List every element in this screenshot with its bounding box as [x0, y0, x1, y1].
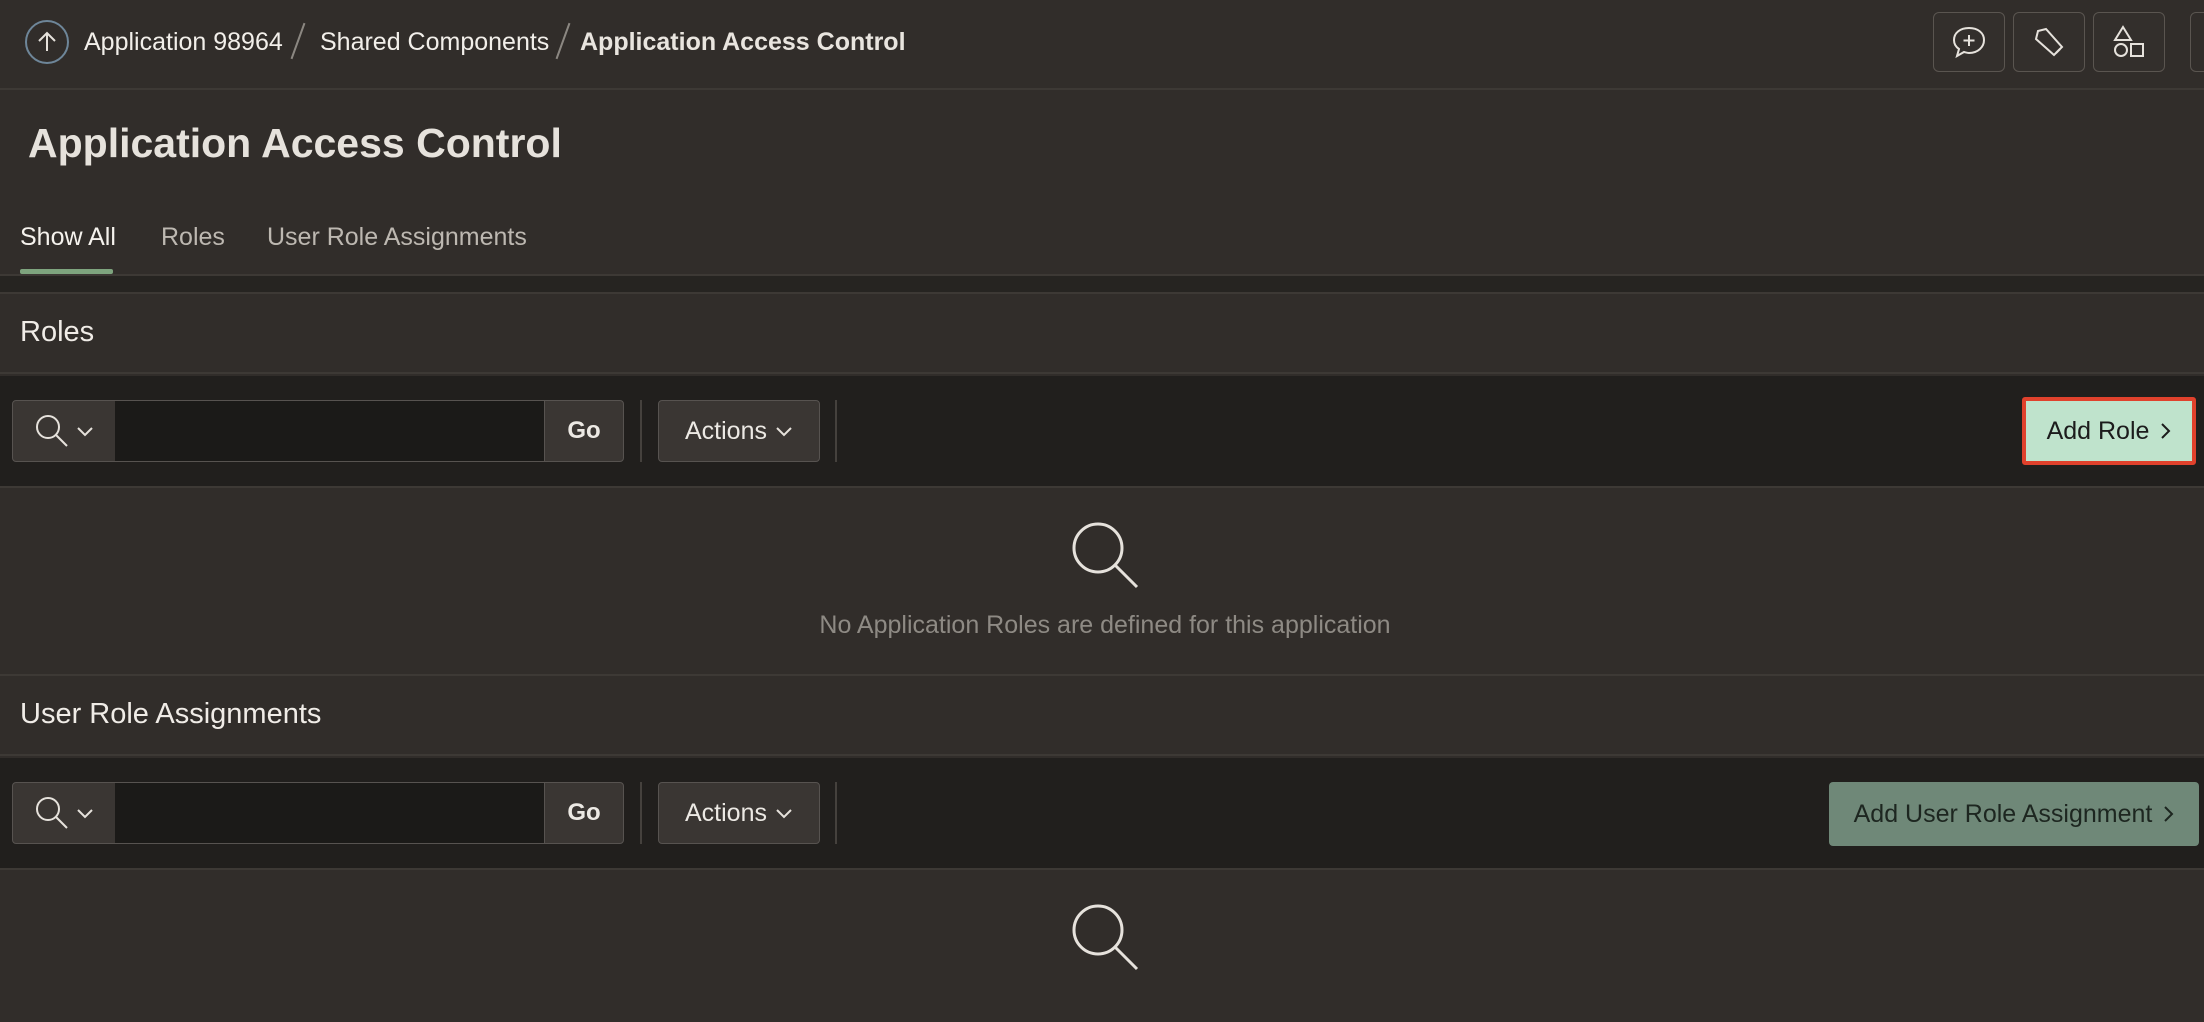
shapes-icon: [2113, 25, 2144, 57]
breadcrumb-shared-components[interactable]: Shared Components: [320, 27, 549, 57]
chevron-down-icon: [776, 427, 792, 437]
arrow-up-icon: [38, 31, 56, 51]
page-title: Application Access Control: [28, 120, 562, 166]
breadcrumb-current: Application Access Control: [580, 28, 906, 56]
user-roles-go-button[interactable]: Go: [544, 782, 624, 844]
search-icon: [1072, 522, 1139, 589]
add-role-button[interactable]: Add Role: [2022, 397, 2196, 465]
toolbar-separator: [835, 400, 837, 462]
tab-user-role-assignments[interactable]: User Role Assignments: [267, 222, 527, 252]
add-role-label: Add Role: [2046, 416, 2150, 445]
shared-components-button[interactable]: [2093, 12, 2165, 72]
chevron-right-icon: [2161, 423, 2171, 439]
region-gap: [0, 276, 2204, 292]
navigate-up-button[interactable]: [25, 20, 69, 64]
tab-show-all[interactable]: Show All: [20, 222, 116, 252]
user-roles-actions-button[interactable]: Actions: [658, 782, 820, 844]
user-roles-region-header: [0, 674, 2204, 756]
chevron-right-icon: [2164, 806, 2174, 822]
user-roles-search-input[interactable]: [115, 782, 545, 844]
tab-roles[interactable]: Roles: [161, 222, 225, 252]
user-roles-search-column-button[interactable]: [12, 782, 116, 844]
toolbar-separator: [835, 782, 837, 844]
feedback-icon: [1952, 26, 1986, 59]
chevron-down-icon: [77, 809, 93, 819]
toolbar-overflow-button[interactable]: [2190, 12, 2204, 72]
roles-go-button[interactable]: Go: [544, 400, 624, 462]
add-user-role-assignment-label: Add User Role Assignment: [1853, 799, 2153, 828]
chevron-down-icon: [776, 809, 792, 819]
search-icon: [36, 797, 68, 829]
add-user-role-assignment-button[interactable]: Add User Role Assignment: [1829, 782, 2199, 846]
feedback-button[interactable]: [1933, 12, 2005, 72]
breadcrumb-application[interactable]: Application 98964: [84, 27, 283, 57]
actions-label: Actions: [685, 798, 767, 827]
toolbar-separator: [640, 400, 642, 462]
pencil-icon: [2034, 27, 2064, 57]
roles-region-title: Roles: [20, 316, 95, 348]
roles-search-column-button[interactable]: [12, 400, 116, 462]
edit-button[interactable]: [2013, 12, 2085, 72]
toolbar-separator: [640, 782, 642, 844]
search-icon: [36, 415, 68, 447]
roles-empty-message: No Application Roles are defined for thi…: [819, 611, 1391, 639]
actions-label: Actions: [685, 416, 767, 445]
roles-search-input[interactable]: [115, 400, 545, 462]
chevron-down-icon: [77, 427, 93, 437]
roles-actions-button[interactable]: Actions: [658, 400, 820, 462]
user-roles-region-title: User Role Assignments: [20, 698, 322, 730]
roles-region-header: [0, 292, 2204, 374]
search-icon: [1072, 904, 1139, 971]
